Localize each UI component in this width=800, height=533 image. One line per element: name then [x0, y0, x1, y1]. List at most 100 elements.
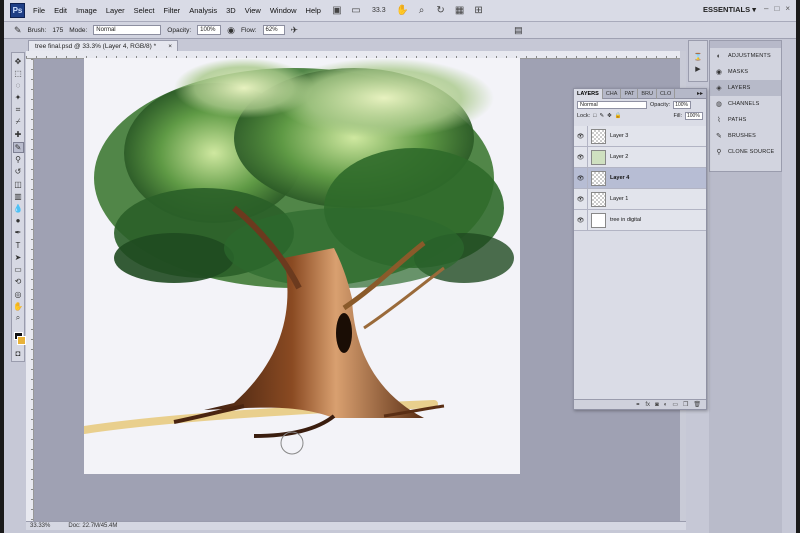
lock-position-icon[interactable]: ✥ — [607, 113, 612, 119]
workspace-switcher[interactable]: ESSENTIALS ▾ — [703, 5, 756, 14]
lock-all-icon[interactable]: 🔒 — [615, 113, 622, 119]
brush-tool-icon[interactable]: ✎ — [14, 25, 22, 36]
status-zoom[interactable]: 33.33% — [30, 523, 50, 529]
dock-item-adjustments[interactable]: ◐ ADJUSTMENTS — [710, 48, 781, 64]
visibility-eye-icon[interactable]: 👁 — [574, 188, 588, 210]
dock-item-masks[interactable]: ◉ MASKS — [710, 64, 781, 80]
tab-paths[interactable]: PAT — [621, 88, 639, 99]
menu-view[interactable]: View — [245, 6, 261, 15]
marquee-tool-icon[interactable]: ⬚ — [13, 68, 24, 78]
bridge-icon[interactable]: ▣ — [330, 5, 344, 17]
tab-clone-source[interactable]: CLO — [657, 88, 676, 99]
link-icon[interactable]: ⚭ — [635, 401, 640, 408]
visibility-eye-icon[interactable]: 👁 — [574, 125, 588, 147]
menu-layer[interactable]: Layer — [106, 6, 125, 15]
arrange-icon[interactable]: ⊞ — [472, 5, 486, 17]
menu-window[interactable]: Window — [270, 6, 297, 15]
shape-tool-icon[interactable]: ▭ — [13, 265, 24, 275]
eraser-tool-icon[interactable]: ◫ — [13, 179, 24, 189]
visibility-eye-icon[interactable]: 👁 — [574, 167, 588, 189]
menu-image[interactable]: Image — [76, 6, 97, 15]
status-doc-size: Doc: 22.7M/45.4M — [68, 523, 118, 529]
lock-pixels-icon[interactable]: ✎ — [599, 113, 604, 119]
clone-stamp-tool-icon[interactable]: ⚲ — [13, 155, 24, 165]
menu-analysis[interactable]: Analysis — [189, 6, 217, 15]
brush-size[interactable]: 175 — [52, 27, 63, 34]
brush-label: Brush: — [27, 26, 47, 34]
document-tab[interactable]: tree final.psd @ 33.3% (Layer 4, RGB/8) … — [28, 40, 178, 51]
path-selection-tool-icon[interactable]: ➤ — [13, 252, 24, 262]
menu-filter[interactable]: Filter — [164, 6, 181, 15]
adjustment-icon[interactable]: ◐ — [664, 402, 668, 408]
lasso-tool-icon[interactable]: ◌ — [13, 80, 24, 90]
menu-help[interactable]: Help — [306, 6, 321, 15]
crop-tool-icon[interactable]: ⌗ — [13, 105, 24, 115]
actions-panel-icon[interactable]: ▶ — [695, 65, 700, 73]
zoom-tool-icon[interactable]: ⌕ — [13, 313, 24, 323]
magic-wand-tool-icon[interactable]: ✦ — [13, 93, 24, 103]
menu-select[interactable]: Select — [134, 6, 155, 15]
dock-item-brushes[interactable]: ✎ BRUSHES — [710, 128, 781, 144]
3d-orbit-tool-icon[interactable]: ◎ — [13, 289, 24, 299]
mask-icon[interactable]: ◙ — [655, 402, 659, 408]
eyedropper-tool-icon[interactable]: ⌿ — [13, 117, 24, 127]
minimize-button[interactable]: – — [764, 4, 768, 13]
tab-channels[interactable]: CHA — [603, 88, 622, 99]
hand-tool-icon[interactable]: ✋ — [13, 301, 24, 311]
move-tool-icon[interactable]: ✥ — [13, 56, 24, 66]
history-panel-icon[interactable]: ⌛ — [694, 53, 703, 61]
layer-row[interactable]: 👁 Layer 2 — [574, 146, 706, 168]
history-brush-tool-icon[interactable]: ↺ — [13, 167, 24, 177]
new-layer-icon[interactable]: ❐ — [683, 401, 688, 408]
tablet-pressure-icon[interactable]: ◉ — [227, 25, 235, 36]
layer-row-selected[interactable]: 👁 Layer 4 — [574, 167, 706, 189]
dock-item-paths[interactable]: ⌇ PATHS — [710, 112, 781, 128]
dock-item-layers[interactable]: ◈ LAYERS — [710, 80, 781, 96]
quick-mask-icon[interactable]: ◘ — [13, 349, 24, 359]
background-color-swatch[interactable] — [16, 336, 26, 345]
dodge-tool-icon[interactable]: ● — [13, 216, 24, 226]
layer-row[interactable]: 👁 Layer 3 — [574, 125, 706, 147]
group-icon[interactable]: ▭ — [672, 401, 678, 408]
menu-edit[interactable]: Edit — [54, 6, 67, 15]
mode-select[interactable]: Normal — [93, 25, 162, 35]
trash-icon[interactable]: 🗑 — [693, 401, 701, 408]
layer-row[interactable]: 👁 Layer 1 — [574, 188, 706, 210]
tab-brushes[interactable]: BRU — [638, 88, 657, 99]
visibility-eye-icon[interactable]: 👁 — [574, 146, 588, 168]
pen-tool-icon[interactable]: ✒ — [13, 228, 24, 238]
flow-field[interactable]: 62% — [262, 25, 285, 35]
fx-icon[interactable]: fx — [645, 402, 650, 408]
blend-mode-select[interactable]: Normal — [577, 100, 647, 109]
lock-transparency-icon[interactable]: □ — [593, 113, 596, 119]
layer-row[interactable]: 👁 tree in digital — [574, 209, 706, 231]
close-button[interactable]: × — [785, 4, 790, 13]
3d-rotate-tool-icon[interactable]: ⟲ — [13, 277, 24, 287]
panel-menu-icon[interactable]: ▸▸ — [697, 90, 703, 97]
tab-layers[interactable]: LAYERS — [574, 88, 603, 99]
brush-tool-icon-active[interactable]: ✎ — [12, 141, 24, 153]
blur-tool-icon[interactable]: 💧 — [13, 203, 24, 213]
maximize-button[interactable]: □ — [774, 4, 779, 13]
rotate-view-icon[interactable]: ↻ — [434, 5, 448, 17]
fill-field[interactable]: 100% — [685, 111, 703, 120]
hand-icon[interactable]: ✋ — [396, 5, 410, 17]
dock-item-clone-source[interactable]: ⚲ CLONE SOURCE — [710, 144, 781, 160]
healing-brush-tool-icon[interactable]: ✚ — [13, 129, 24, 139]
brush-panel-icon[interactable]: ▤ — [514, 25, 523, 36]
screen-mode-icon[interactable]: ▭ — [349, 5, 363, 17]
menu-3d[interactable]: 3D — [226, 6, 236, 15]
visibility-eye-icon[interactable]: 👁 — [574, 209, 588, 231]
menu-file[interactable]: File — [33, 6, 45, 15]
layer-opacity-field[interactable]: 100% — [673, 100, 692, 109]
grid-icon[interactable]: ▦ — [453, 5, 467, 17]
gradient-tool-icon[interactable]: ▥ — [13, 191, 24, 201]
zoom-icon[interactable]: ⌕ — [415, 5, 429, 17]
zoom-level[interactable]: 33.3 — [372, 7, 386, 14]
close-tab-icon[interactable]: × — [168, 43, 172, 50]
type-tool-icon[interactable]: T — [13, 240, 24, 250]
dock-item-channels[interactable]: ◍ CHANNELS — [710, 96, 781, 112]
canvas[interactable] — [84, 58, 520, 474]
opacity-field[interactable]: 100% — [197, 25, 222, 35]
airbrush-icon[interactable]: ✈ — [291, 25, 299, 36]
